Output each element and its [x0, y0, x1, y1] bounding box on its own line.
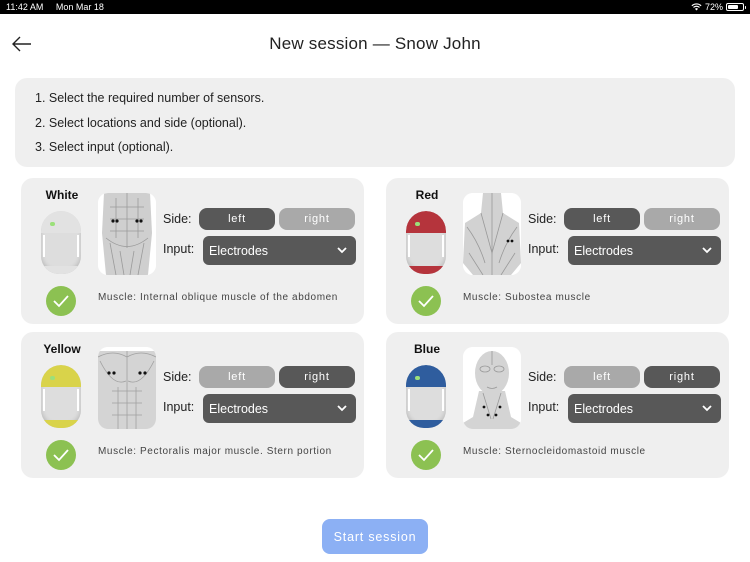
checkmark-icon[interactable]: [411, 286, 441, 316]
chest-muscle-illustration[interactable]: [98, 347, 156, 429]
input-select[interactable]: Electrodes: [568, 394, 721, 423]
checkmark-icon[interactable]: [46, 286, 76, 316]
sensor-card-white[interactable]: White Side: left right Input: Electrodes…: [21, 178, 364, 324]
input-select-value: Electrodes: [574, 401, 634, 416]
side-left-button[interactable]: left: [564, 366, 640, 388]
sensor-device-icon[interactable]: [406, 365, 446, 428]
instruction-step: 2. Select locations and side (optional).: [35, 115, 247, 130]
chevron-down-icon: [702, 405, 712, 412]
sensor-name: Blue: [413, 342, 440, 356]
sensor-name: Yellow: [43, 342, 81, 356]
muscle-label: Muscle: Pectoralis major muscle. Stern p…: [98, 446, 332, 457]
input-select-value: Electrodes: [209, 243, 269, 258]
battery-icon: [726, 3, 746, 11]
chevron-down-icon: [337, 247, 347, 254]
instruction-step: 3. Select input (optional).: [35, 140, 174, 154]
sensor-device-icon[interactable]: [41, 211, 81, 274]
sensor-card-red[interactable]: Red Side: left right Input: Electrodes M…: [386, 178, 729, 324]
instructions-panel: 1. Select the required number of sensors…: [15, 78, 735, 167]
input-select[interactable]: Electrodes: [203, 236, 356, 265]
input-select-value: Electrodes: [209, 401, 269, 416]
side-right-button[interactable]: right: [644, 208, 720, 230]
abdomen-muscle-illustration[interactable]: [98, 193, 156, 275]
battery-percent: 72%: [704, 2, 723, 12]
input-label: Input:: [528, 242, 560, 256]
side-label: Side:: [528, 212, 557, 226]
status-date: Mon Mar 18: [55, 2, 104, 12]
checkmark-icon[interactable]: [46, 440, 76, 470]
page-title: New session — Snow John: [269, 34, 481, 53]
neck-muscle-illustration[interactable]: [463, 347, 521, 429]
status-bar: 11:42 AM Mon Mar 18 72%: [0, 0, 750, 14]
header: New session — Snow John: [0, 14, 750, 74]
instruction-step: 1. Select the required number of sensors…: [35, 91, 265, 105]
muscle-label: Muscle: Internal oblique muscle of the a…: [98, 292, 338, 303]
input-label: Input:: [163, 400, 195, 414]
sensor-device-icon[interactable]: [41, 365, 81, 428]
side-label: Side:: [163, 370, 192, 384]
side-right-button[interactable]: right: [279, 208, 355, 230]
chevron-down-icon: [702, 247, 712, 254]
side-left-button[interactable]: left: [199, 366, 275, 388]
input-label: Input:: [163, 242, 195, 256]
start-session-button[interactable]: Start session: [322, 519, 428, 554]
checkmark-icon[interactable]: [411, 440, 441, 470]
side-right-button[interactable]: right: [279, 366, 355, 388]
muscle-label: Muscle: Subostea muscle: [463, 292, 591, 303]
arrow-left-icon[interactable]: [10, 32, 34, 56]
side-right-button[interactable]: right: [644, 366, 720, 388]
status-time: 11:42 AM: [6, 2, 44, 12]
side-label: Side:: [528, 370, 557, 384]
sensor-device-icon[interactable]: [406, 211, 446, 274]
muscle-label: Muscle: Sternocleidomastoid muscle: [463, 446, 646, 457]
side-left-button[interactable]: left: [564, 208, 640, 230]
side-label: Side:: [163, 212, 192, 226]
side-left-button[interactable]: left: [199, 208, 275, 230]
sensor-card-yellow[interactable]: Yellow Side: left right Input: Electrode…: [21, 332, 364, 478]
input-select-value: Electrodes: [574, 243, 634, 258]
back-muscle-illustration[interactable]: [463, 193, 521, 275]
chevron-down-icon: [337, 405, 347, 412]
input-label: Input:: [528, 400, 560, 414]
input-select[interactable]: Electrodes: [203, 394, 356, 423]
sensor-card-blue[interactable]: Blue Side: left right Input: Electrodes …: [386, 332, 729, 478]
sensor-name: Red: [415, 188, 439, 202]
input-select[interactable]: Electrodes: [568, 236, 721, 265]
sensor-grid: White Side: left right Input: Electrodes…: [21, 178, 729, 478]
wifi-icon: [691, 3, 702, 11]
sensor-name: White: [45, 188, 79, 202]
